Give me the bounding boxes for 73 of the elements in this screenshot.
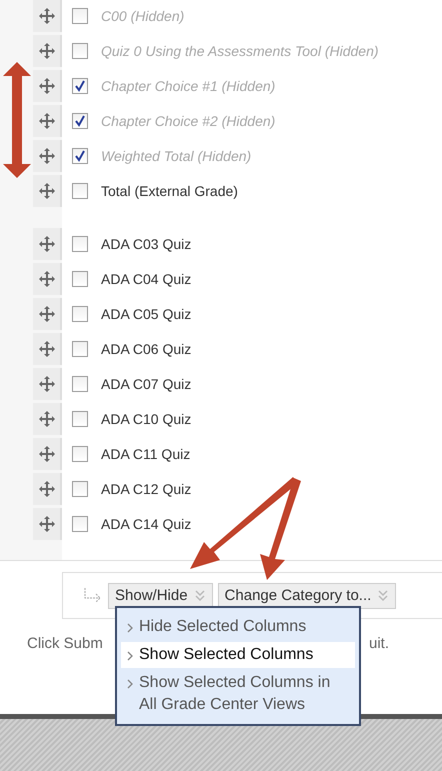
column-name: ADA C14 Quiz — [101, 516, 192, 532]
checkbox[interactable] — [72, 270, 88, 286]
move-icon[interactable] — [38, 112, 56, 130]
checkbox[interactable] — [72, 148, 88, 164]
move-icon[interactable] — [38, 182, 56, 200]
column-name: Chapter Choice #1 (Hidden) — [101, 78, 276, 94]
double-chevron-icon — [377, 588, 390, 602]
column-name: ADA C06 Quiz — [101, 340, 192, 356]
column-name: C00 (Hidden) — [101, 8, 184, 24]
chevron-icon — [127, 651, 134, 661]
move-icon[interactable] — [38, 444, 56, 462]
checkbox[interactable] — [72, 112, 88, 128]
checkbox[interactable] — [72, 236, 88, 252]
move-icon[interactable] — [38, 146, 56, 164]
move-icon[interactable] — [38, 234, 56, 252]
menu-item[interactable]: Show Selected Columns in All Grade Center Views — [121, 670, 355, 718]
dropdown-button[interactable]: Change Category to... — [218, 582, 396, 608]
checkbox[interactable] — [72, 410, 88, 426]
column-name: ADA C07 Quiz — [101, 376, 192, 392]
checkbox[interactable] — [72, 78, 88, 94]
checkbox[interactable] — [72, 42, 88, 58]
move-icon[interactable] — [38, 304, 56, 322]
instruction-text: uit. — [368, 635, 389, 652]
drag-handle[interactable] — [33, 298, 62, 330]
column-name: ADA C12 Quiz — [101, 480, 192, 496]
chevron-icon — [127, 679, 134, 689]
move-icon[interactable] — [38, 6, 56, 24]
drag-handle[interactable] — [33, 368, 62, 400]
move-icon[interactable] — [38, 42, 56, 60]
column-name: Quiz 0 Using the Assessments Tool (Hidden) — [101, 42, 379, 58]
drag-handle[interactable] — [33, 34, 62, 66]
drag-handle[interactable] — [33, 174, 62, 206]
move-icon[interactable] — [38, 480, 56, 498]
move-icon[interactable] — [38, 76, 56, 94]
column-name: ADA C10 Quiz — [101, 410, 192, 426]
move-icon[interactable] — [38, 514, 56, 532]
corner-arrow-icon — [83, 586, 103, 604]
drag-handle[interactable] — [33, 508, 62, 540]
column-name: Total (External Grade) — [101, 182, 238, 198]
column-name: ADA C03 Quiz — [101, 236, 192, 252]
menu-item[interactable]: Show Selected Columns — [121, 642, 355, 668]
column-name: Chapter Choice #2 (Hidden) — [101, 112, 276, 128]
drag-handle[interactable] — [33, 438, 62, 470]
drag-handle[interactable] — [33, 70, 62, 102]
move-icon[interactable] — [38, 410, 56, 428]
checkbox[interactable] — [72, 182, 88, 198]
drag-handle[interactable] — [33, 332, 62, 364]
instruction-text: Click Subm — [27, 635, 103, 652]
menu-item[interactable]: Hide Selected Columns — [121, 614, 355, 640]
checkbox[interactable] — [72, 340, 88, 356]
move-icon[interactable] — [38, 270, 56, 288]
checkbox[interactable] — [72, 446, 88, 462]
checkbox[interactable] — [72, 480, 88, 496]
drag-handle[interactable] — [33, 104, 62, 136]
double-chevron-icon — [194, 588, 206, 602]
checkbox[interactable] — [72, 376, 88, 392]
dropdown-button[interactable]: Show/Hide — [108, 582, 213, 608]
checkbox[interactable] — [72, 516, 88, 532]
drag-handle[interactable] — [33, 402, 62, 434]
move-icon[interactable] — [38, 340, 56, 358]
checkbox[interactable] — [72, 306, 88, 322]
checkbox[interactable] — [72, 8, 88, 24]
drag-handle[interactable] — [33, 140, 62, 172]
drag-handle[interactable] — [33, 472, 62, 504]
move-icon[interactable] — [38, 374, 56, 392]
drag-handle[interactable] — [33, 0, 62, 32]
column-name: ADA C05 Quiz — [101, 306, 192, 322]
column-name: ADA C04 Quiz — [101, 270, 192, 286]
drag-handle[interactable] — [33, 228, 62, 260]
column-name: Weighted Total (Hidden) — [101, 148, 252, 164]
chevron-icon — [127, 623, 134, 633]
column-name: ADA C11 Quiz — [101, 446, 190, 462]
drag-handle[interactable] — [33, 262, 62, 294]
